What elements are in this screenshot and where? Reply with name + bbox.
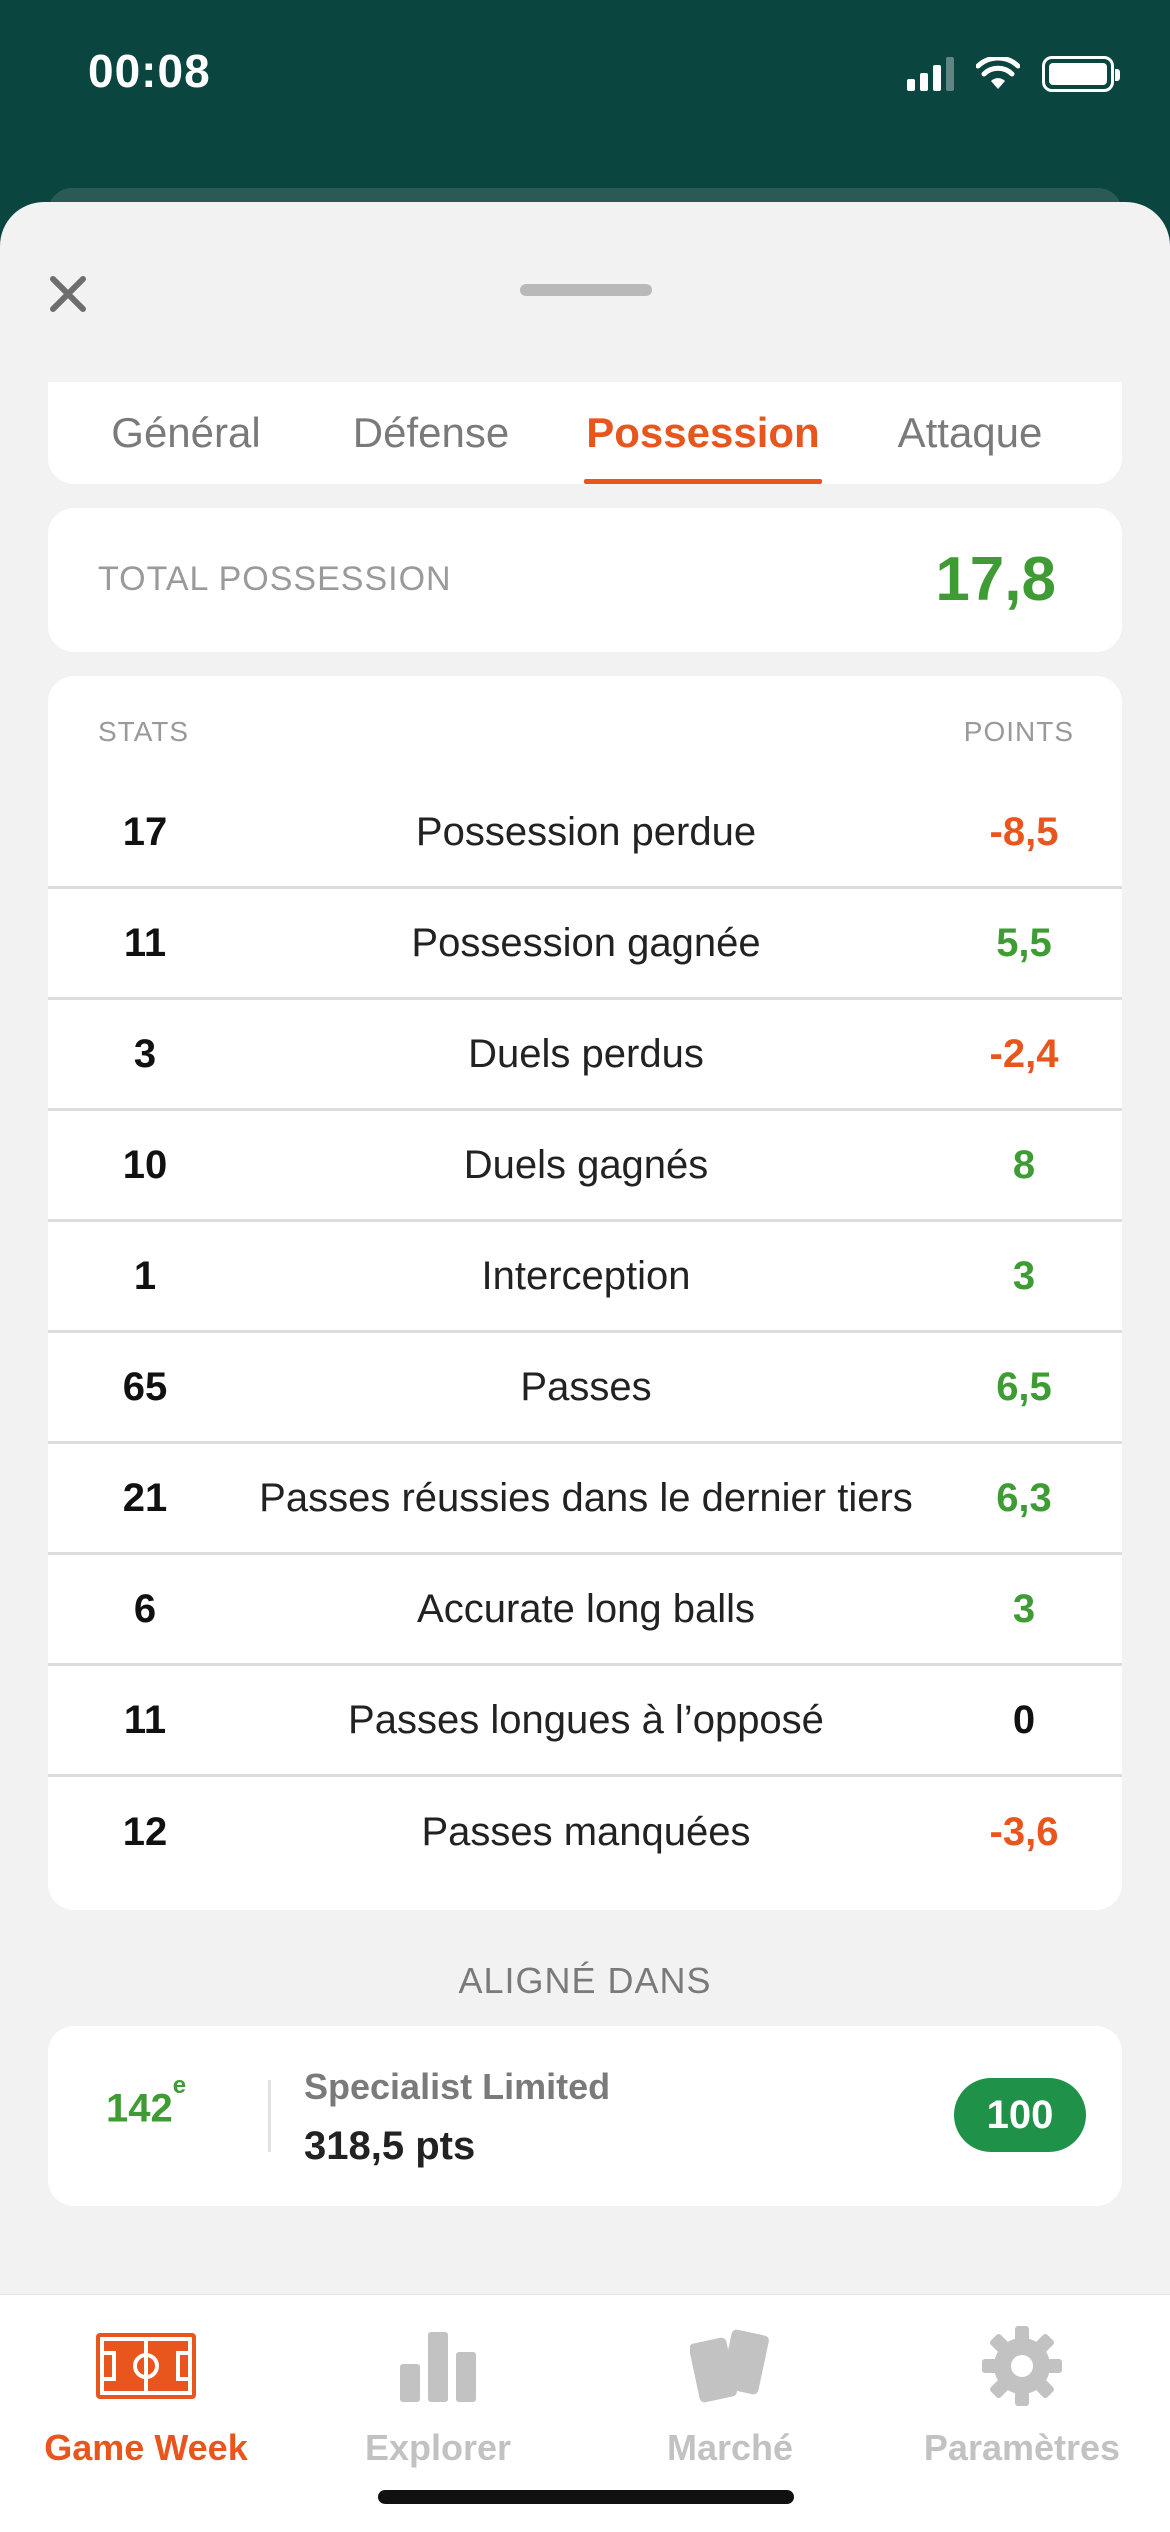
stat-label: Interception	[481, 1253, 691, 1298]
status-time: 00:08	[88, 45, 211, 97]
stats-tabs: Général Défense Possession Attaque	[48, 382, 1122, 484]
league-card[interactable]: 142e Specialist Limited 318,5 pts 100	[48, 2026, 1122, 2206]
status-bar: 00:08	[0, 0, 1170, 200]
table-row: 12 Passes manquées -3,6	[48, 1777, 1122, 1888]
stat-label: Passes manquées	[421, 1810, 751, 1854]
tab-defense[interactable]: Défense	[346, 382, 516, 484]
points-column-header: POINTS	[963, 716, 1074, 747]
battery-icon	[1042, 56, 1120, 92]
nav-label: Paramètres	[923, 2427, 1121, 2468]
total-value: 17,8	[935, 545, 1056, 614]
stat-label: Possession perdue	[415, 809, 757, 854]
wifi-icon	[976, 57, 1020, 89]
nav-marche[interactable]: Marché	[584, 2325, 876, 2475]
stats-table: STATS POINTS 17 Possession perdue -8,5 11 Po…	[48, 676, 1122, 1910]
tab-attaque[interactable]: Attaque	[882, 382, 1058, 484]
cards-icon	[675, 2325, 785, 2407]
table-row: 11 Possession gagnée 5,5	[48, 889, 1122, 1000]
stats-rows: 17 Possession perdue -8,5 11 Possession gagn…	[48, 778, 1122, 1888]
league-name: Specialist Limited	[304, 2066, 611, 2107]
stat-points: 5,5	[996, 920, 1052, 965]
stat-label: Duels gagnés	[463, 1142, 709, 1187]
player-stats-sheet: Général Défense Possession Attaque TOTAL…	[0, 202, 1170, 2532]
stat-points: 6,3	[996, 1475, 1052, 1520]
nav-label: Marché	[666, 2427, 794, 2468]
rank-suffix: e	[172, 2072, 187, 2099]
table-row: 6 Accurate long balls 3	[48, 1555, 1122, 1666]
stat-points: -3,6	[989, 1810, 1059, 1854]
stat-label: Accurate long balls	[417, 1586, 755, 1631]
total-label: TOTAL POSSESSION	[98, 560, 452, 598]
stat-label: Passes	[520, 1364, 652, 1409]
league-points: 318,5 pts	[304, 2124, 476, 2168]
nav-explorer[interactable]: Explorer	[292, 2325, 584, 2475]
home-indicator	[378, 2490, 794, 2504]
stat-label: Possession gagnée	[411, 920, 761, 965]
nav-label: Explorer	[364, 2427, 512, 2468]
table-row: 1 Interception 3	[48, 1222, 1122, 1333]
drag-handle[interactable]	[520, 284, 652, 296]
table-row: 21 Passes réussies dans le dernier tiers 6…	[48, 1444, 1122, 1555]
stat-points: -8,5	[989, 809, 1059, 854]
stat-points: 0	[1012, 1697, 1036, 1742]
nav-game-week[interactable]: Game Week	[0, 2325, 292, 2475]
close-icon	[50, 276, 86, 312]
aligned-section-title: ALIGNÉ DANS	[458, 1960, 712, 2001]
stat-label: Passes longues à l’opposé	[348, 1697, 824, 1742]
stat-points: -2,4	[989, 1031, 1059, 1076]
table-row: 11 Passes longues à l’opposé 0	[48, 1666, 1122, 1777]
table-row: 65 Passes 6,5	[48, 1333, 1122, 1444]
tab-general[interactable]: Général	[110, 382, 262, 484]
table-row: 17 Possession perdue -8,5	[48, 778, 1122, 889]
bar-chart-icon	[383, 2325, 493, 2407]
tab-possession[interactable]: Possession	[584, 382, 822, 484]
cellular-signal-icon	[907, 57, 954, 91]
total-possession-card: TOTAL POSSESSION 17,8	[48, 508, 1122, 652]
status-icons	[907, 52, 1120, 96]
table-row: 10 Duels gagnés 8	[48, 1111, 1122, 1222]
divider	[268, 2080, 271, 2152]
gear-icon	[967, 2325, 1077, 2407]
nav-label: Game Week	[44, 2427, 248, 2468]
league-rank: 142e	[106, 2072, 187, 2131]
stat-points: 3	[1012, 1253, 1036, 1298]
stat-label: Duels perdus	[468, 1031, 704, 1076]
pitch-icon	[91, 2325, 201, 2407]
stat-points: 8	[1012, 1142, 1036, 1187]
stats-column-header: STATS	[98, 716, 190, 747]
stat-label: Passes réussies dans le dernier tiers	[259, 1475, 913, 1520]
stat-points: 3	[1012, 1586, 1036, 1631]
table-row: 3 Duels perdus -2,4	[48, 1000, 1122, 1111]
nav-parametres[interactable]: Paramètres	[876, 2325, 1168, 2475]
league-badge: 100	[954, 2078, 1086, 2152]
stat-points: 6,5	[996, 1364, 1052, 1409]
close-button[interactable]	[42, 268, 94, 320]
